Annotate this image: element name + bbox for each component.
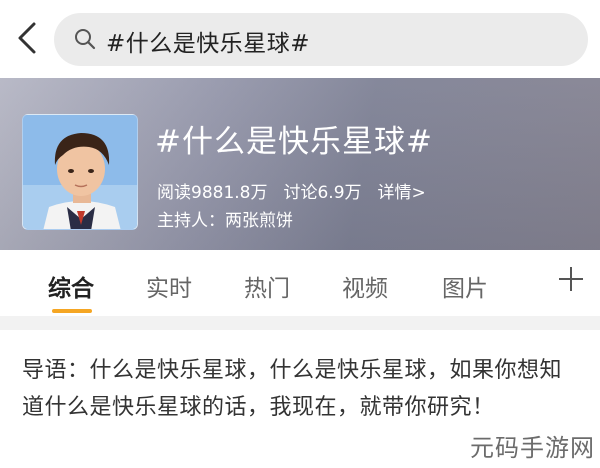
topic-host: 主持人：两张煎饼 — [157, 211, 293, 231]
search-icon — [75, 29, 96, 50]
topic-banner: #什么是快乐星球# 阅读9881.8万 讨论6.9万 详情> 主持人：两张煎饼 — [0, 78, 600, 250]
back-chevron-icon — [18, 22, 36, 54]
site-watermark: 元码手游网 — [470, 434, 595, 462]
tab-video[interactable]: 视频 — [342, 269, 388, 303]
active-tab-indicator — [52, 309, 92, 313]
search-query[interactable]: #什么是快乐星球# — [106, 24, 310, 58]
tab-bar: 综合 实时 热门 视频 图片 — [0, 250, 600, 316]
article-intro[interactable]: 导语：什么是快乐星球，什么是快乐星球，如果你想知道什么是快乐星球的话，我现在，就… — [22, 352, 582, 426]
topic-title: #什么是快乐星球# — [155, 124, 433, 160]
read-count: 阅读9881.8万 — [157, 183, 268, 203]
tab-hot[interactable]: 热门 — [244, 269, 290, 303]
discussion-count: 讨论6.9万 — [283, 183, 362, 203]
tab-comprehensive[interactable]: 综合 — [48, 269, 94, 303]
top-bar: #什么是快乐星球# — [0, 0, 600, 78]
back-button[interactable] — [10, 18, 44, 58]
tab-images[interactable]: 图片 — [442, 269, 488, 303]
topic-avatar[interactable] — [22, 114, 138, 230]
topic-stats: 阅读9881.8万 讨论6.9万 详情> — [157, 178, 426, 203]
section-divider — [0, 316, 600, 330]
details-link[interactable]: 详情> — [378, 178, 426, 203]
boy-portrait-image — [23, 115, 137, 229]
search-bar[interactable]: #什么是快乐星球# — [54, 13, 588, 66]
plus-icon[interactable] — [556, 264, 586, 294]
tab-realtime[interactable]: 实时 — [146, 269, 192, 303]
